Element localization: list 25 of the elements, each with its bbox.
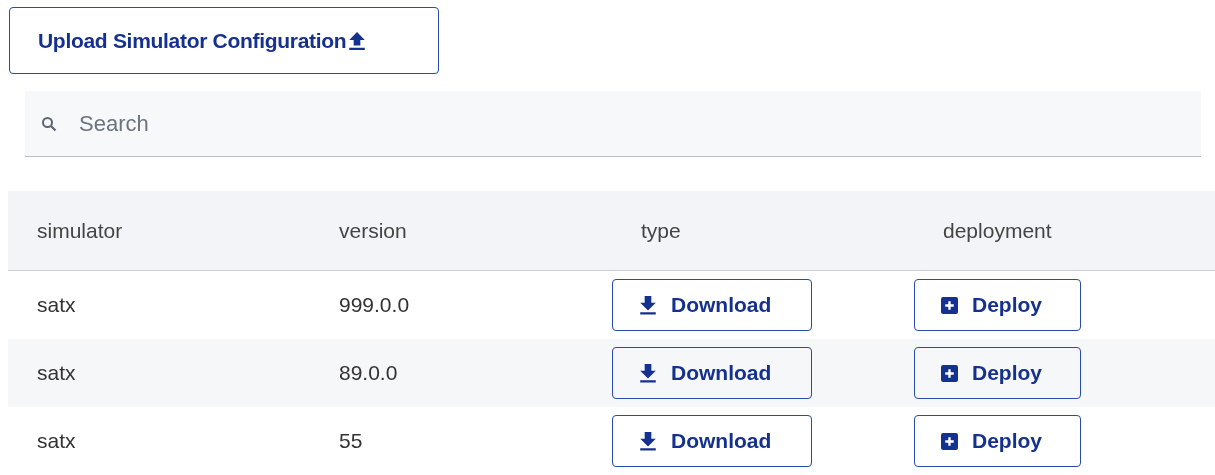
column-header: deployment <box>942 218 1052 243</box>
plus-icon <box>941 364 958 382</box>
search-field[interactable]: Search <box>25 91 1201 157</box>
column-header: simulator <box>36 218 123 243</box>
deploy-button[interactable]: Deploy <box>914 347 1081 399</box>
plus-icon <box>941 432 958 450</box>
table-cell-text: satx <box>36 293 76 317</box>
download-button[interactable]: Download <box>612 415 812 467</box>
column-header: version <box>338 218 407 243</box>
table-cell-text: satx <box>36 429 76 453</box>
table-cell-text: 999.0.0 <box>338 293 410 317</box>
table-cell-text: satx <box>36 361 76 385</box>
table-cell-text: 89.0.0 <box>338 361 398 385</box>
download-icon <box>639 431 657 451</box>
download-button[interactable]: Download <box>612 279 812 331</box>
table-cell-text: 55 <box>338 429 363 453</box>
download-button[interactable]: Download <box>612 347 812 399</box>
deploy-button[interactable]: Deploy <box>914 415 1081 467</box>
download-icon <box>639 363 657 383</box>
upload-button[interactable]: Upload Simulator Configuration <box>9 7 439 74</box>
plus-icon <box>941 296 958 314</box>
deploy-button[interactable]: Deploy <box>914 279 1081 331</box>
download-icon <box>639 295 657 315</box>
upload-icon <box>348 30 367 51</box>
column-header: type <box>640 218 681 243</box>
